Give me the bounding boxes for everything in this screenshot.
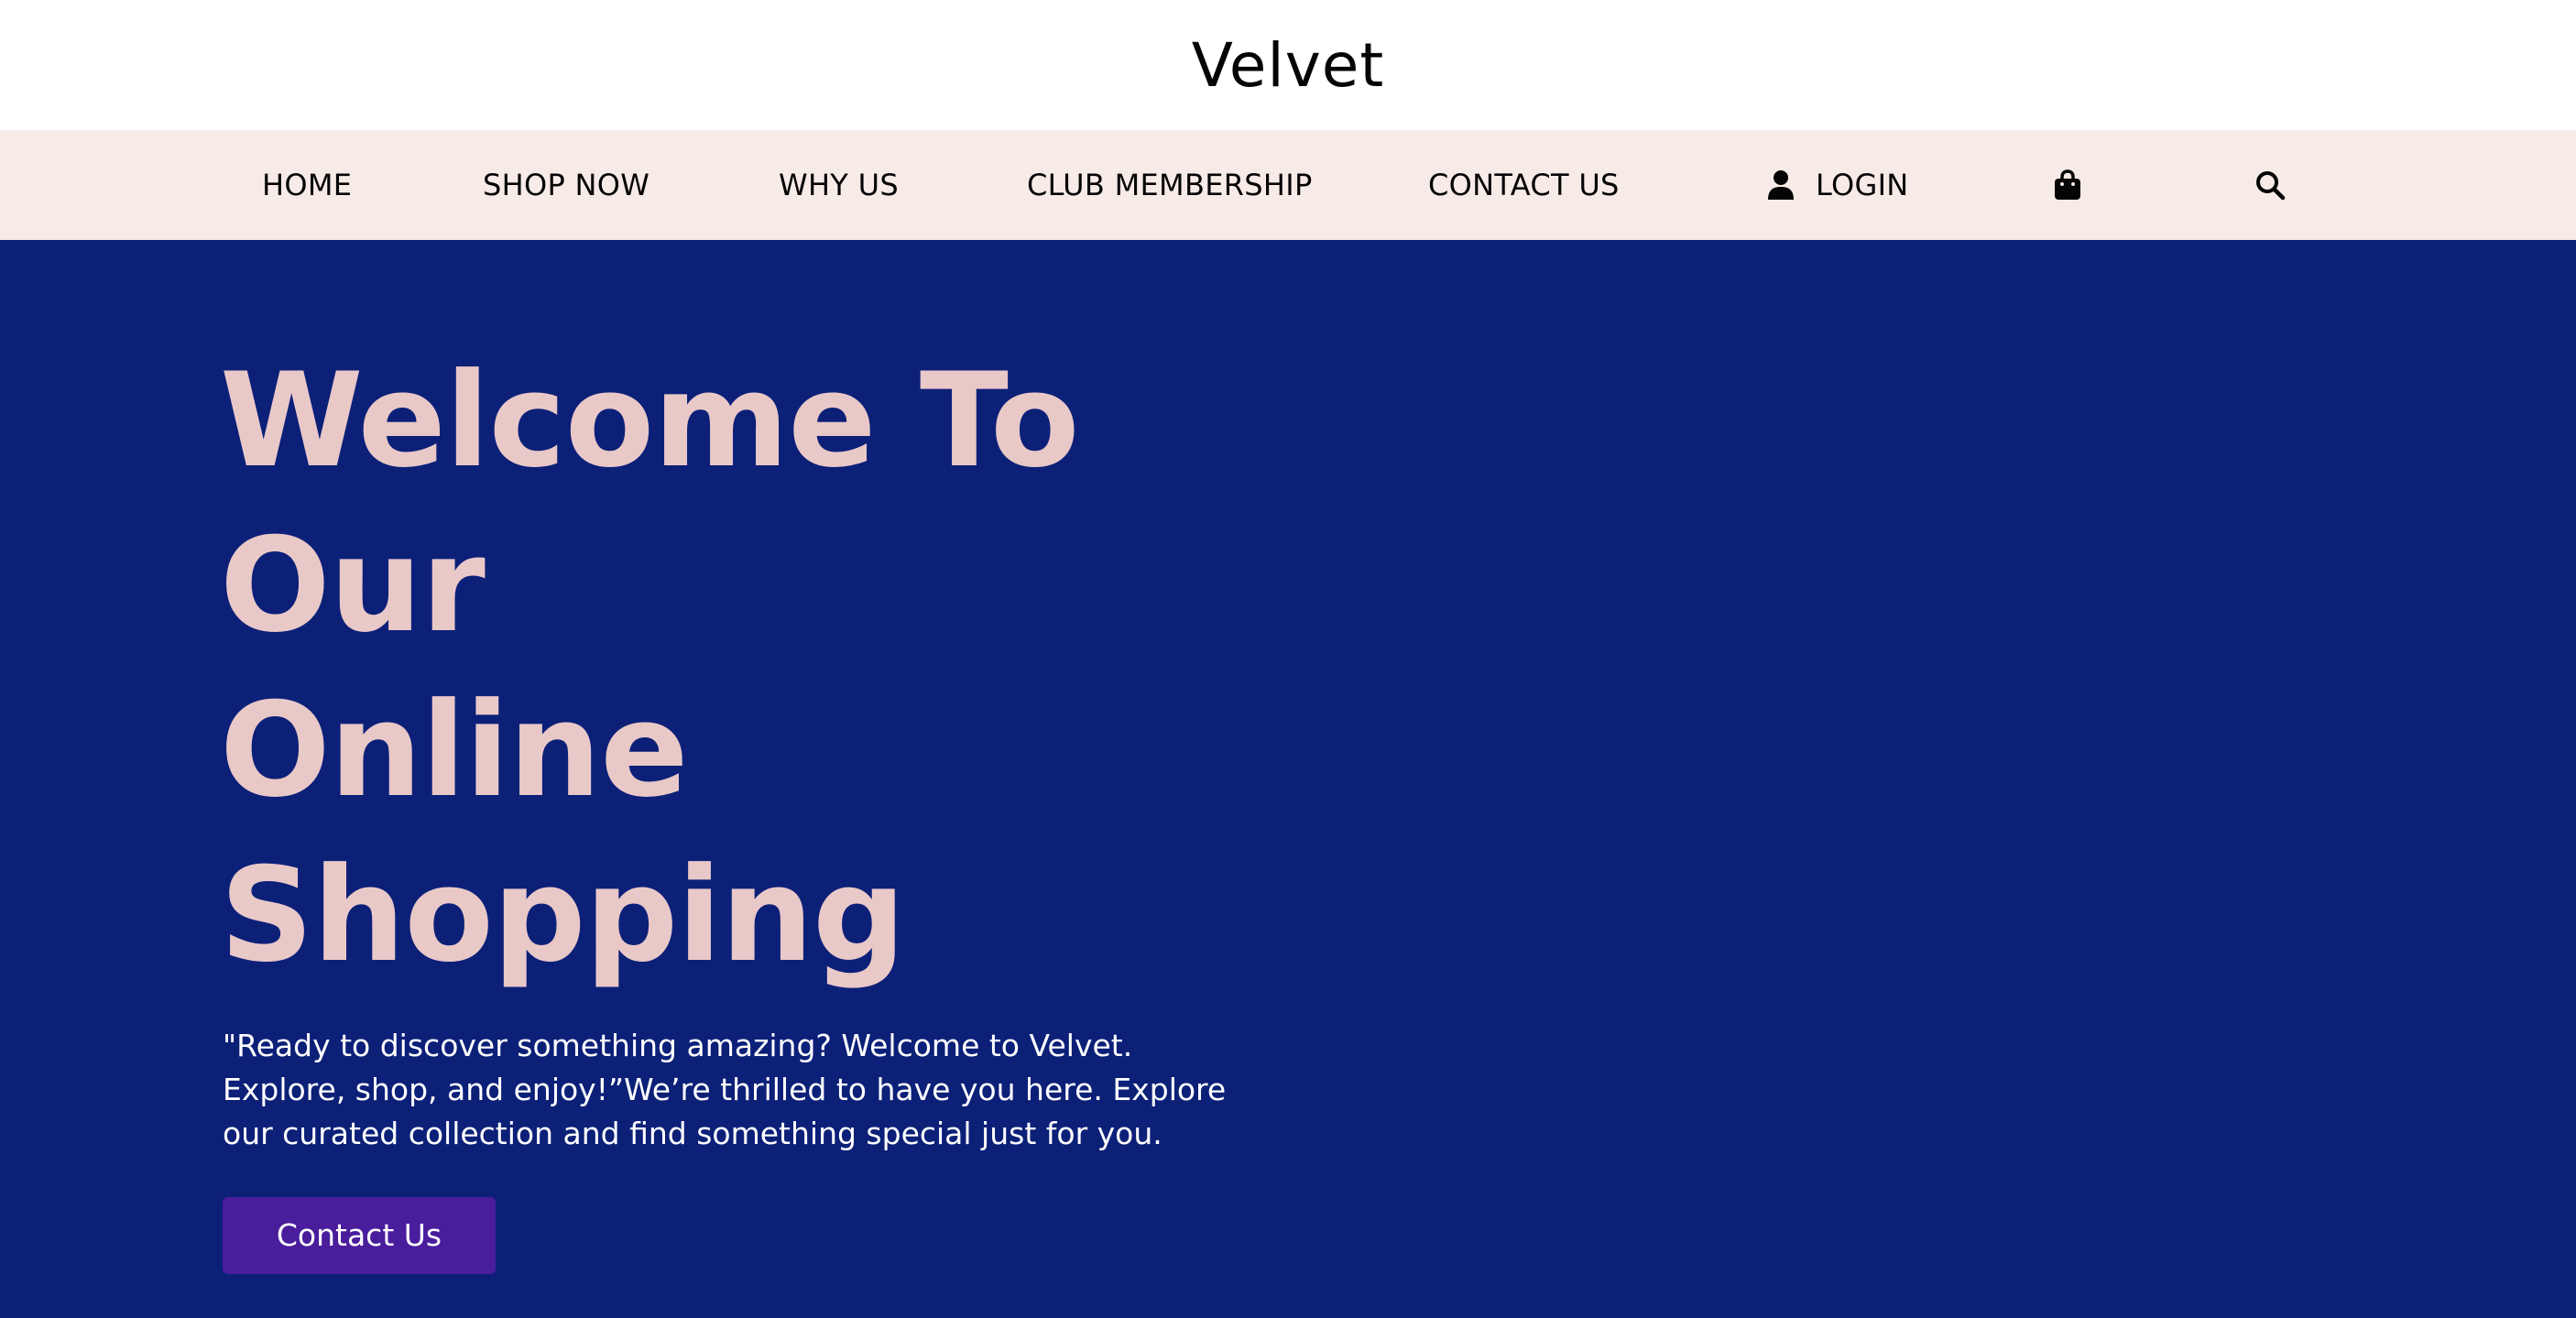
nav-shop-now[interactable]: SHOP NOW <box>483 130 649 240</box>
user-icon <box>1768 170 1794 200</box>
hero-title: Welcome To Our Online Shopping <box>220 339 1228 998</box>
nav-login-label: LOGIN <box>1816 168 1909 202</box>
hero-section: Welcome To Our Online Shopping "Ready to… <box>0 240 2576 1318</box>
search-icon <box>2256 171 2286 201</box>
hero-description: "Ready to discover something amazing? We… <box>223 1028 1227 1151</box>
nav-why-us[interactable]: WHY US <box>779 130 899 240</box>
nav-club-membership[interactable]: CLUB MEMBERSHIP <box>1027 130 1313 240</box>
shopping-bag-icon <box>2055 169 2080 200</box>
hero-title-line: Our <box>220 510 486 661</box>
nav-login[interactable]: LOGIN <box>1766 130 1913 240</box>
brand-header: Velvet <box>0 0 2576 130</box>
nav-contact-us[interactable]: CONTACT US <box>1428 130 1620 240</box>
contact-us-button[interactable]: Contact Us <box>223 1197 496 1274</box>
nav-cart[interactable] <box>2054 130 2083 240</box>
nav-home[interactable]: HOME <box>262 130 352 240</box>
nav-search[interactable] <box>2254 130 2286 240</box>
hero-title-line: Online <box>220 675 689 826</box>
hero-title-line: Shopping <box>220 840 906 991</box>
main-nav: HOME SHOP NOW WHY US CLUB MEMBERSHIP CON… <box>0 130 2576 240</box>
brand-title[interactable]: Velvet <box>0 27 2576 104</box>
hero-title-line: Welcome To <box>220 345 1080 496</box>
